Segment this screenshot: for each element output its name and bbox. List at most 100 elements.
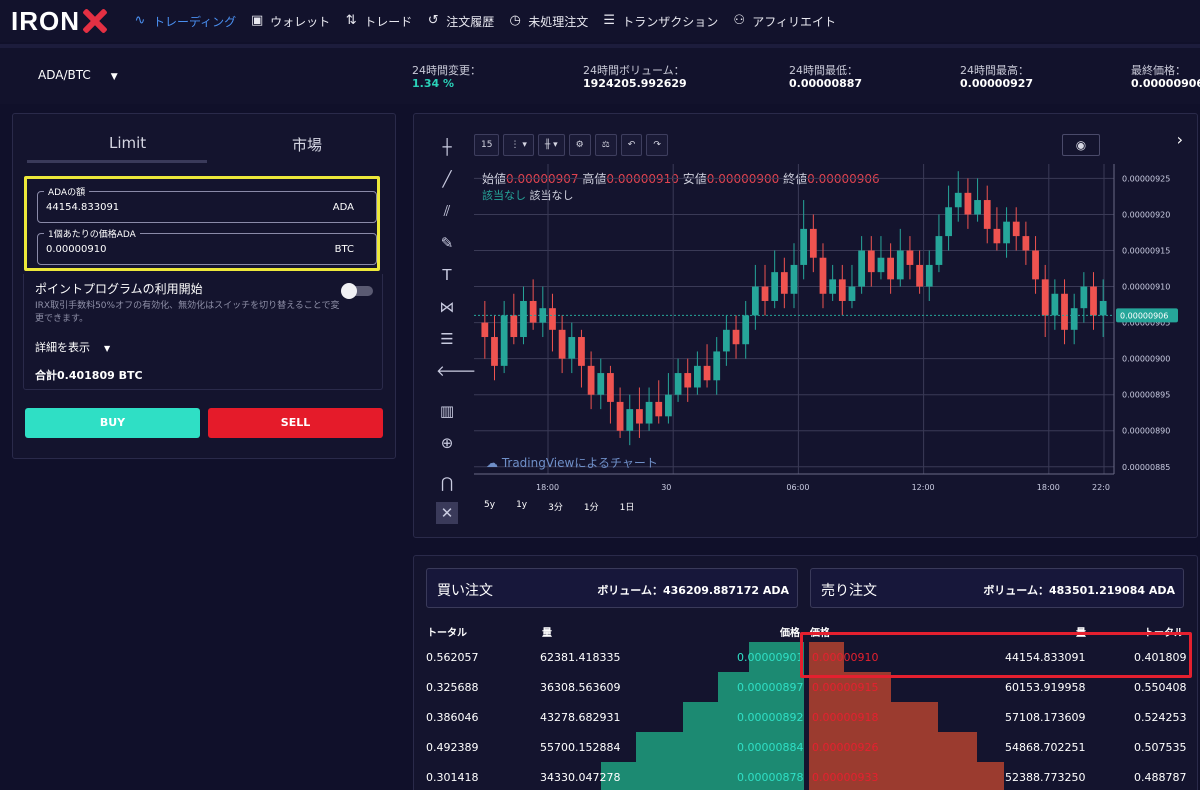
candle-body [1012, 221, 1020, 237]
chevron-right-icon[interactable]: › [1177, 130, 1183, 149]
buy-col-amount: 量 [542, 628, 552, 639]
buy-order-row[interactable]: 0.301418 34330.047278 0.00000878 [414, 762, 804, 790]
pattern-icon[interactable]: ⋈ [436, 296, 458, 318]
candle-body [1080, 286, 1088, 309]
fib-icon[interactable]: ☰ [436, 328, 458, 350]
candle-body [916, 264, 923, 287]
candlestick-chart[interactable]: 0.00000925 0.00000920 0.00000915 0.00000910… [474, 164, 1194, 494]
x-tick-label: 12:00 [912, 483, 935, 492]
price-field[interactable]: 1個あたりの価格ADA 0.00000910 BTC [37, 227, 377, 265]
candle-style-icon[interactable]: ╫ ▾ [537, 134, 565, 156]
sell-button[interactable]: SELL [208, 408, 383, 438]
candle-body [771, 272, 779, 301]
sell-cell-total: 0.524253 [1134, 711, 1187, 724]
candle-body [819, 257, 827, 294]
candle-body [558, 329, 566, 359]
range-0[interactable]: 5y [484, 500, 495, 513]
sell-order-row[interactable]: 0.00000918 57108.173609 0.524253 [809, 702, 1199, 732]
sell-orders-header: 売り注文 ボリューム：483501.219084 ADA [810, 568, 1184, 608]
stat-low: 24時間最低： 0.00000887 [789, 64, 862, 90]
amount-field[interactable]: ADAの額 44154.833091 ADA [37, 185, 377, 223]
tab-active-indicator [27, 160, 207, 163]
ironx-logo[interactable]: IRON [11, 6, 108, 37]
amount-legend: ADAの額 [44, 185, 90, 198]
buy-cell-amount: 36308.563609 [540, 681, 621, 694]
candle-body [751, 286, 759, 316]
pair-label: ADA/BTC [38, 68, 91, 82]
buy-col-price: 価格 [780, 628, 800, 639]
sell-order-row[interactable]: 0.00000926 54868.702251 0.507535 [809, 732, 1199, 762]
interval-menu-icon[interactable]: ⋮ ▾ [503, 134, 534, 156]
crosshair-icon[interactable]: ┼ [436, 136, 458, 158]
camera-icon[interactable]: ◉ [1062, 134, 1100, 156]
nav-item-6[interactable]: ⚇ アフィリエイト [732, 13, 836, 30]
nav-item-5[interactable]: ☰ トランザクション [602, 13, 718, 30]
undo-icon[interactable]: ↶ [620, 134, 643, 156]
ruler-icon[interactable]: ▥ [436, 400, 458, 422]
tradingview-watermark[interactable]: ☁ TradingViewによるチャート [486, 454, 658, 471]
tab-market[interactable]: 市場 [292, 134, 322, 155]
text-tool-icon[interactable]: T [436, 264, 458, 286]
sell-order-row[interactable]: 0.00000933 52388.773250 0.488787 [809, 762, 1199, 790]
stat-last: 最終価格： 0.00000906 [1131, 64, 1200, 90]
nav-item-3[interactable]: ↺ 注文履歴 [426, 13, 494, 30]
sell-cell-amount: 60153.919958 [1005, 681, 1086, 694]
clock-icon: ◷ [509, 13, 521, 28]
candle-body [578, 337, 585, 366]
nav-item-label: 未処理注文 [528, 14, 589, 29]
settings-gear-icon[interactable]: ⚙ [568, 134, 591, 156]
buy-order-row[interactable]: 0.325688 36308.563609 0.00000897 [414, 672, 804, 702]
buy-button[interactable]: BUY [25, 408, 200, 438]
buy-cell-total: 0.386046 [426, 711, 479, 724]
candle-body [481, 322, 489, 338]
candle-body [732, 329, 740, 345]
candle-body [877, 257, 885, 273]
nav-item-label: 注文履歴 [446, 14, 495, 29]
compare-scale-icon[interactable]: ⚖ [594, 134, 617, 156]
range-3[interactable]: 1分 [584, 500, 599, 513]
tab-limit[interactable]: Limit [109, 134, 146, 152]
range-2[interactable]: 3分 [548, 500, 563, 513]
program-toggle[interactable] [341, 283, 373, 299]
pair-selector[interactable]: ADA/BTC ▼ [38, 68, 118, 82]
candle-body [684, 373, 692, 388]
candle-body [974, 200, 981, 215]
candle-body [983, 200, 991, 229]
nav-item-1[interactable]: ▣ ウォレット [250, 13, 330, 30]
brush-icon[interactable]: ✎ [436, 232, 458, 254]
list-icon: ☰ [603, 13, 616, 28]
nav-item-2[interactable]: ⇅ トレード [344, 13, 412, 30]
chart-toolbar: 15 ⋮ ▾ ╫ ▾ ⚙ ⚖ ↶ ↷ [474, 134, 672, 156]
trend-line-icon[interactable]: ╱ [436, 168, 458, 190]
sell-cell-amount: 57108.173609 [1005, 711, 1086, 724]
y-tick-label: 0.00000895 [1122, 391, 1170, 400]
nav-item-label: ウォレット [270, 14, 331, 29]
x-tick-label: 06:00 [786, 483, 809, 492]
interval-button[interactable]: 15 [474, 134, 500, 156]
sell-orders-volume: ボリューム：483501.219084 ADA [983, 584, 1175, 597]
range-1[interactable]: 1y [516, 500, 527, 513]
order-form-panel: Limit 市場 ADAの額 44154.833091 ADA 1個あたりの価格… [12, 113, 396, 459]
range-4[interactable]: 1日 [620, 500, 635, 513]
nav-item-4[interactable]: ◷ 未処理注文 [508, 13, 589, 30]
buy-cell-price: 0.00000878 [737, 771, 804, 784]
order-total: 合計0.401809 BTC [35, 369, 143, 382]
buy-order-row[interactable]: 0.562057 62381.418335 0.00000901 [414, 642, 804, 672]
buy-order-row[interactable]: 0.386046 43278.682931 0.00000892 [414, 702, 804, 732]
parallel-lines-icon[interactable]: ⫽ [436, 200, 458, 222]
stat-change: 24時間変更： 1.34 % [412, 64, 481, 90]
candle-body [1061, 293, 1068, 330]
candle-body [549, 308, 556, 330]
zoom-in-icon[interactable]: ⊕ [436, 432, 458, 454]
y-tick-label: 0.00000915 [1122, 247, 1170, 256]
buy-order-row[interactable]: 0.492389 55700.152884 0.00000884 [414, 732, 804, 762]
arrow-left-icon[interactable]: 🡐 [436, 360, 476, 382]
stat-change-value: 1.34 % [412, 77, 454, 90]
redo-icon[interactable]: ↷ [646, 134, 668, 156]
magnet-icon[interactable]: ⋂ [436, 472, 458, 494]
sell-orders-title: 売り注文 [821, 583, 877, 599]
nav-item-0[interactable]: ∿ トレーディング [133, 13, 237, 30]
remove-drawings-icon[interactable]: ✕ [436, 502, 458, 524]
show-details-toggle[interactable]: 詳細を表示 ▼ [35, 339, 110, 355]
buy-col-total: トータル [427, 628, 467, 639]
